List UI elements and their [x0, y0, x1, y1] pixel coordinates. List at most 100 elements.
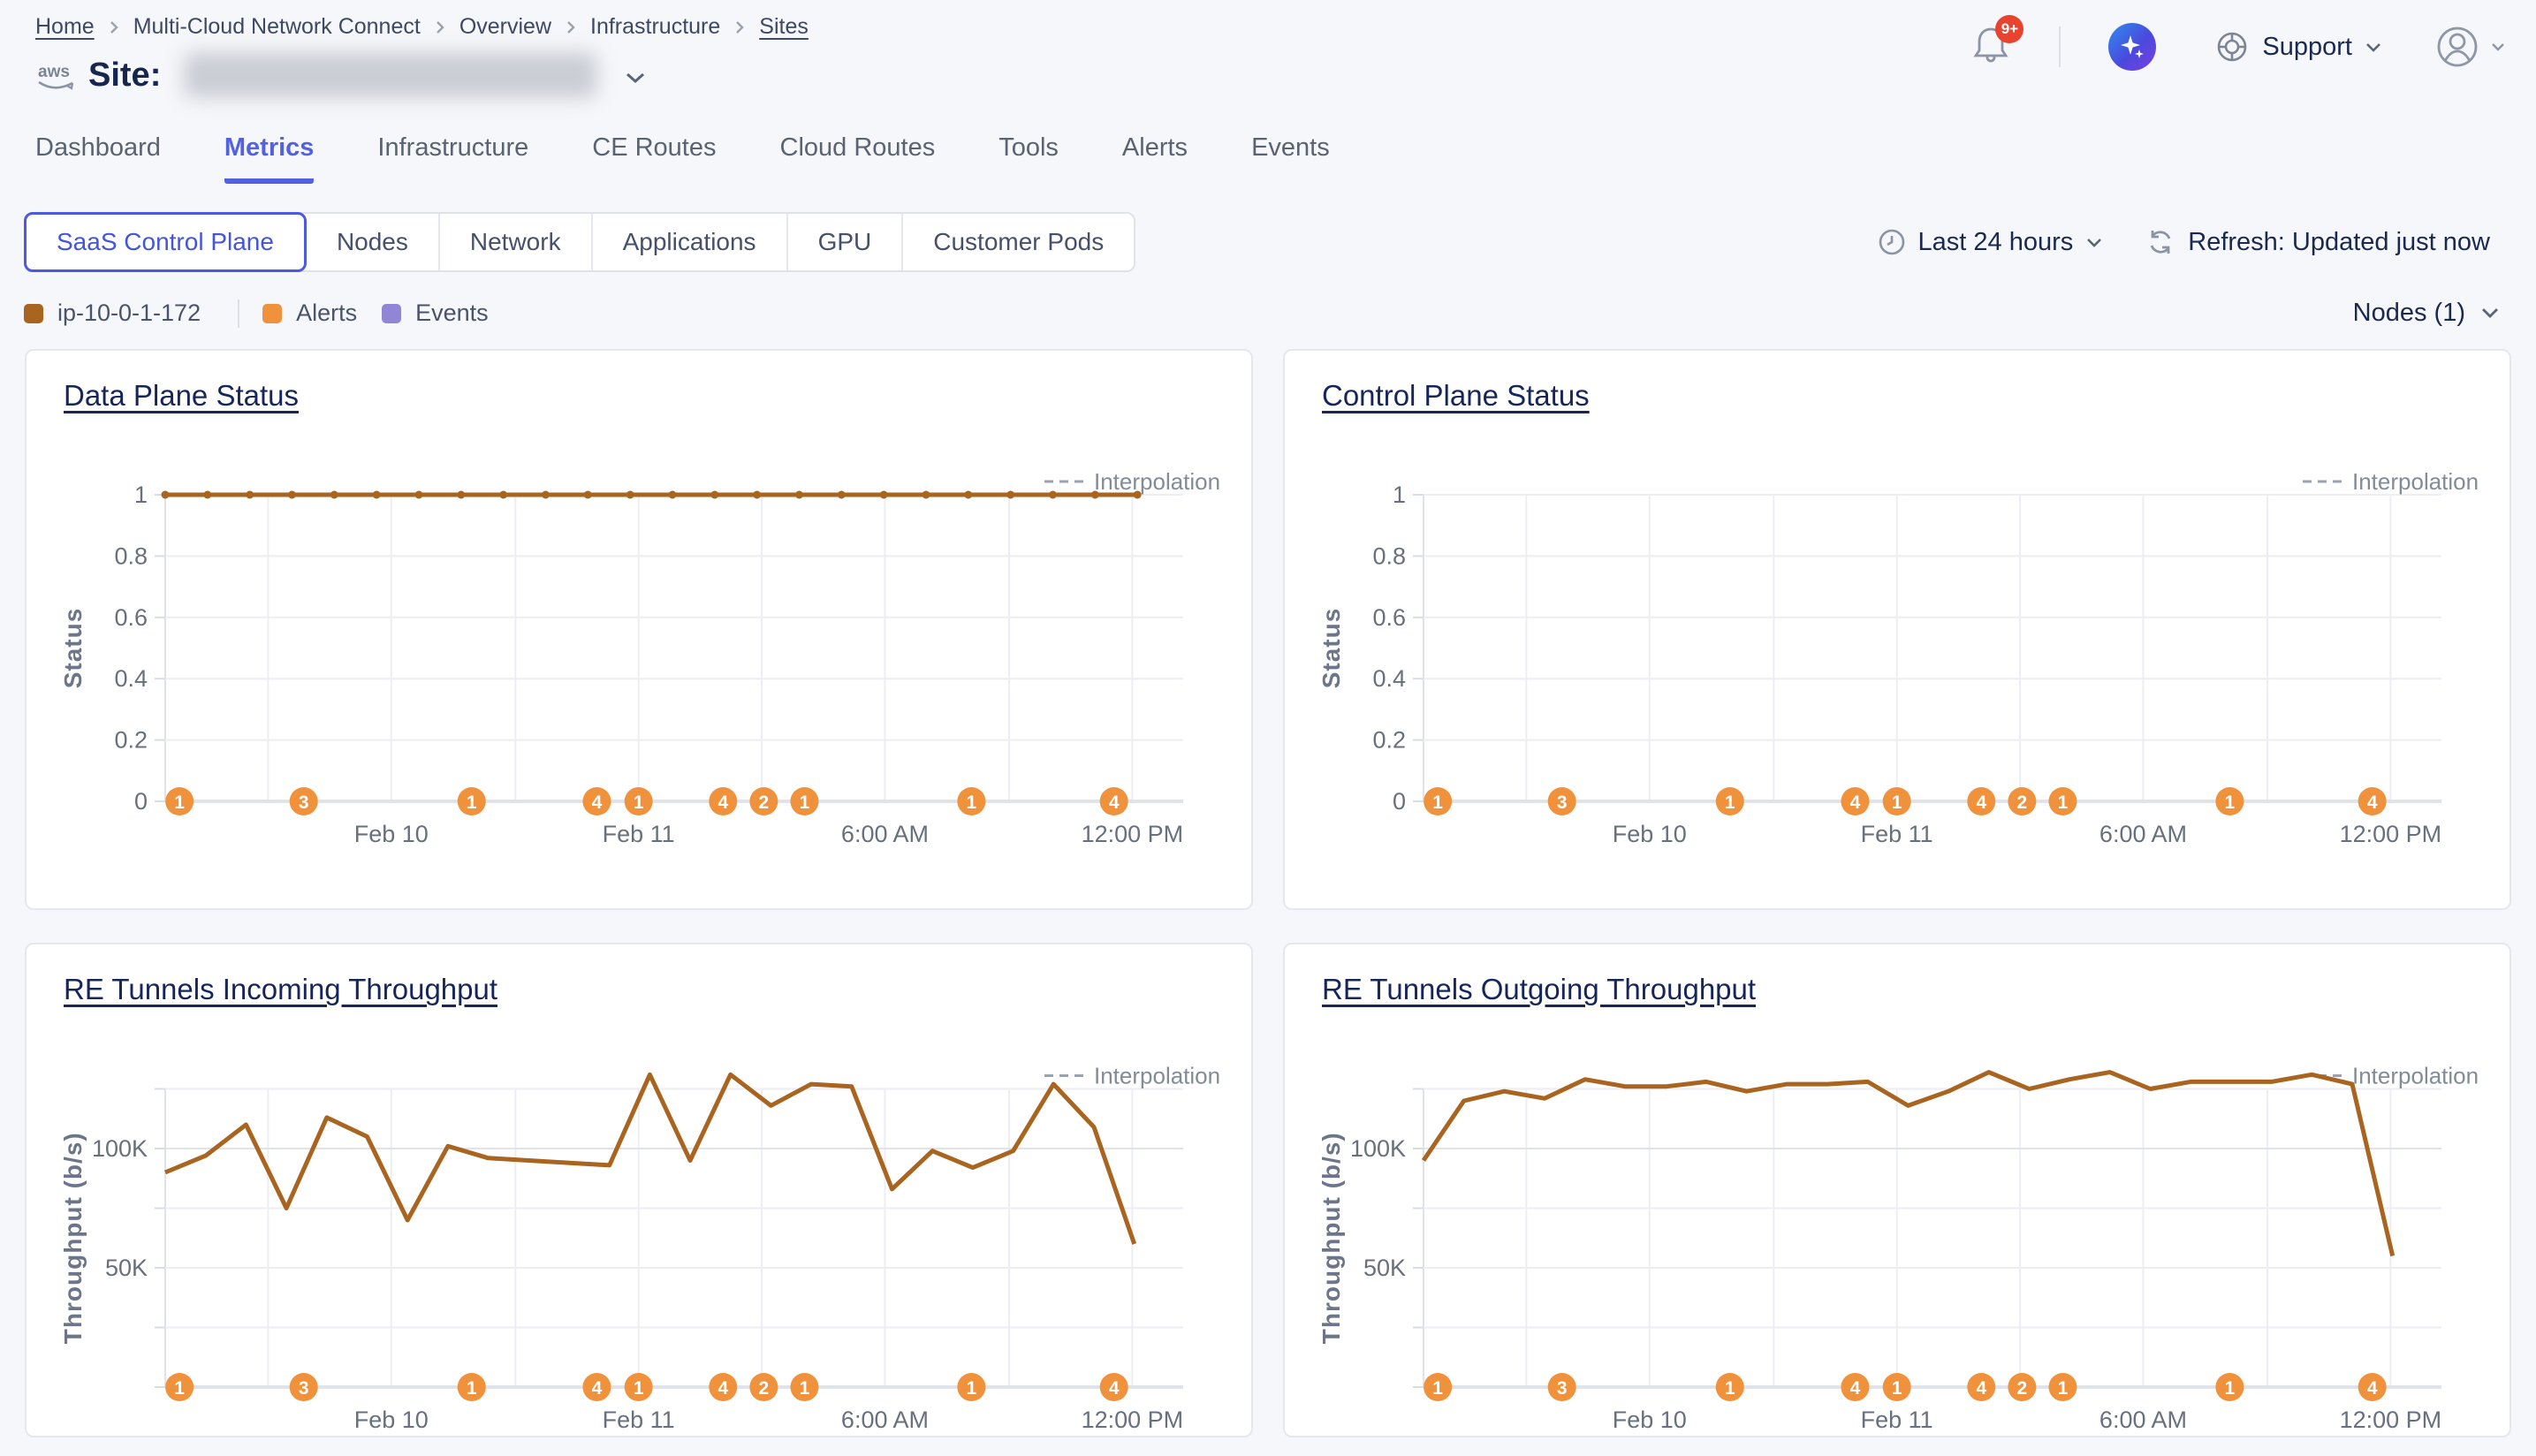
event-badge[interactable]: 4 [2358, 1373, 2387, 1401]
event-badge[interactable]: 1 [957, 1373, 985, 1401]
event-badge[interactable]: 4 [1100, 1373, 1128, 1401]
event-badge[interactable]: 3 [290, 787, 318, 815]
filter-customer-pods[interactable]: Customer Pods [903, 214, 1134, 270]
breadcrumb-sites[interactable]: Sites [759, 14, 809, 40]
filter-applications[interactable]: Applications [593, 214, 788, 270]
y-tick-label: 0.8 [1372, 542, 1406, 569]
x-tick-label: Feb 11 [1861, 821, 1933, 847]
breadcrumb-infrastructure[interactable]: Infrastructure [590, 14, 720, 40]
y-tick-label: 50K [1363, 1255, 1406, 1281]
chevron-down-icon [2085, 237, 2103, 248]
events-label[interactable]: Events [415, 300, 489, 327]
event-badge[interactable]: 1 [1716, 787, 1744, 815]
svg-text:1: 1 [1725, 792, 1735, 813]
interpolation-legend[interactable]: Interpolation [1044, 468, 1220, 495]
event-badge[interactable]: 3 [1548, 787, 1576, 815]
event-badge[interactable]: 4 [1967, 787, 1995, 815]
chevron-right-icon [109, 19, 119, 36]
breadcrumb-mcn[interactable]: Multi-Cloud Network Connect [133, 14, 421, 40]
nodes-dropdown[interactable]: Nodes (1) [2353, 299, 2501, 328]
event-badge[interactable]: 1 [790, 1373, 818, 1401]
event-badge[interactable]: 1 [1883, 1373, 1911, 1401]
tab-alerts[interactable]: Alerts [1122, 133, 1188, 184]
event-badge[interactable]: 2 [2008, 1373, 2036, 1401]
event-badge[interactable]: 1 [165, 1373, 194, 1401]
chevron-right-icon [566, 19, 576, 36]
filter-network[interactable]: Network [440, 214, 593, 270]
event-badge[interactable]: 1 [458, 1373, 486, 1401]
event-badge[interactable]: 4 [2358, 787, 2387, 815]
breadcrumb-home[interactable]: Home [35, 14, 95, 40]
svg-text:1: 1 [1432, 1378, 1443, 1399]
tab-tools[interactable]: Tools [998, 133, 1059, 184]
x-tick-label: 6:00 AM [841, 821, 929, 847]
svg-text:1: 1 [2058, 1378, 2069, 1399]
interpolation-legend[interactable]: Interpolation [2303, 468, 2479, 495]
ai-assistant-button[interactable] [2108, 23, 2156, 71]
event-badge[interactable]: 1 [2048, 787, 2077, 815]
event-badge[interactable]: 4 [1841, 787, 1869, 815]
notifications-button[interactable]: 9+ [1972, 24, 2009, 71]
event-badge[interactable]: 1 [625, 787, 653, 815]
event-badge[interactable]: 1 [790, 787, 818, 815]
event-badge[interactable]: 4 [582, 787, 611, 815]
filter-gpu[interactable]: GPU [788, 214, 904, 270]
event-badge[interactable]: 4 [1967, 1373, 1995, 1401]
nodes-dropdown-label: Nodes (1) [2353, 299, 2465, 328]
svg-text:1: 1 [800, 1378, 810, 1399]
event-badge[interactable]: 1 [1424, 1373, 1452, 1401]
event-badge[interactable]: 1 [625, 1373, 653, 1401]
chevron-down-icon [2365, 42, 2382, 53]
svg-text:1: 1 [174, 792, 185, 813]
tab-ce-routes[interactable]: CE Routes [592, 133, 716, 184]
svg-text:4: 4 [1976, 792, 1986, 813]
event-badge[interactable]: 4 [1100, 787, 1128, 815]
node-series-label[interactable]: ip-10-0-1-172 [57, 300, 201, 327]
interpolation-legend[interactable]: Interpolation [1044, 1063, 1220, 1089]
tab-events[interactable]: Events [1251, 133, 1330, 184]
series-line[interactable] [1424, 1073, 2393, 1256]
event-badge[interactable]: 4 [1841, 1373, 1869, 1401]
time-range-dropdown[interactable]: Last 24 hours [1878, 228, 2104, 257]
filter-saas-control-plane[interactable]: SaaS Control Plane [24, 212, 307, 272]
alerts-label[interactable]: Alerts [296, 300, 357, 327]
event-badge[interactable]: 1 [2215, 787, 2244, 815]
chevron-down-icon[interactable] [624, 71, 647, 85]
svg-text:1: 1 [467, 1378, 477, 1399]
interpolation-legend[interactable]: Interpolation [2303, 1063, 2479, 1089]
filter-nodes[interactable]: Nodes [307, 214, 440, 270]
tab-cloud-routes[interactable]: Cloud Routes [780, 133, 936, 184]
event-badge[interactable]: 1 [957, 787, 985, 815]
event-badge[interactable]: 4 [709, 1373, 737, 1401]
chart-title-link[interactable]: RE Tunnels Incoming Throughput [64, 973, 497, 1006]
event-badge[interactable]: 3 [1548, 1373, 1576, 1401]
event-badge[interactable]: 1 [2215, 1373, 2244, 1401]
event-badge[interactable]: 3 [290, 1373, 318, 1401]
y-tick-label: 0 [134, 788, 148, 815]
chart-title-link[interactable]: Data Plane Status [64, 379, 299, 413]
event-badge[interactable]: 2 [749, 787, 778, 815]
event-badge[interactable]: 1 [1716, 1373, 1744, 1401]
event-badge[interactable]: 1 [458, 787, 486, 815]
breadcrumb-overview[interactable]: Overview [459, 14, 551, 40]
x-tick-label: Feb 11 [603, 821, 675, 847]
support-menu[interactable]: Support [2214, 29, 2382, 64]
event-badge[interactable]: 4 [709, 787, 737, 815]
tab-infrastructure[interactable]: Infrastructure [377, 133, 528, 184]
tab-dashboard[interactable]: Dashboard [35, 133, 161, 184]
event-badge[interactable]: 1 [2048, 1373, 2077, 1401]
svg-text:4: 4 [2367, 792, 2378, 813]
event-badge[interactable]: 1 [1424, 787, 1452, 815]
event-badge[interactable]: 2 [2008, 787, 2036, 815]
event-badge[interactable]: 2 [749, 1373, 778, 1401]
event-badge[interactable]: 1 [1883, 787, 1911, 815]
chart-title-link[interactable]: RE Tunnels Outgoing Throughput [1322, 973, 1756, 1006]
account-menu[interactable] [2435, 25, 2506, 69]
refresh-button[interactable]: Refresh: Updated just now [2145, 227, 2490, 257]
series-line[interactable] [165, 1074, 1135, 1244]
x-tick-label: 6:00 AM [2099, 821, 2187, 847]
event-badge[interactable]: 4 [582, 1373, 611, 1401]
chart-title-link[interactable]: Control Plane Status [1322, 379, 1590, 413]
event-badge[interactable]: 1 [165, 787, 194, 815]
tab-metrics[interactable]: Metrics [224, 133, 315, 184]
